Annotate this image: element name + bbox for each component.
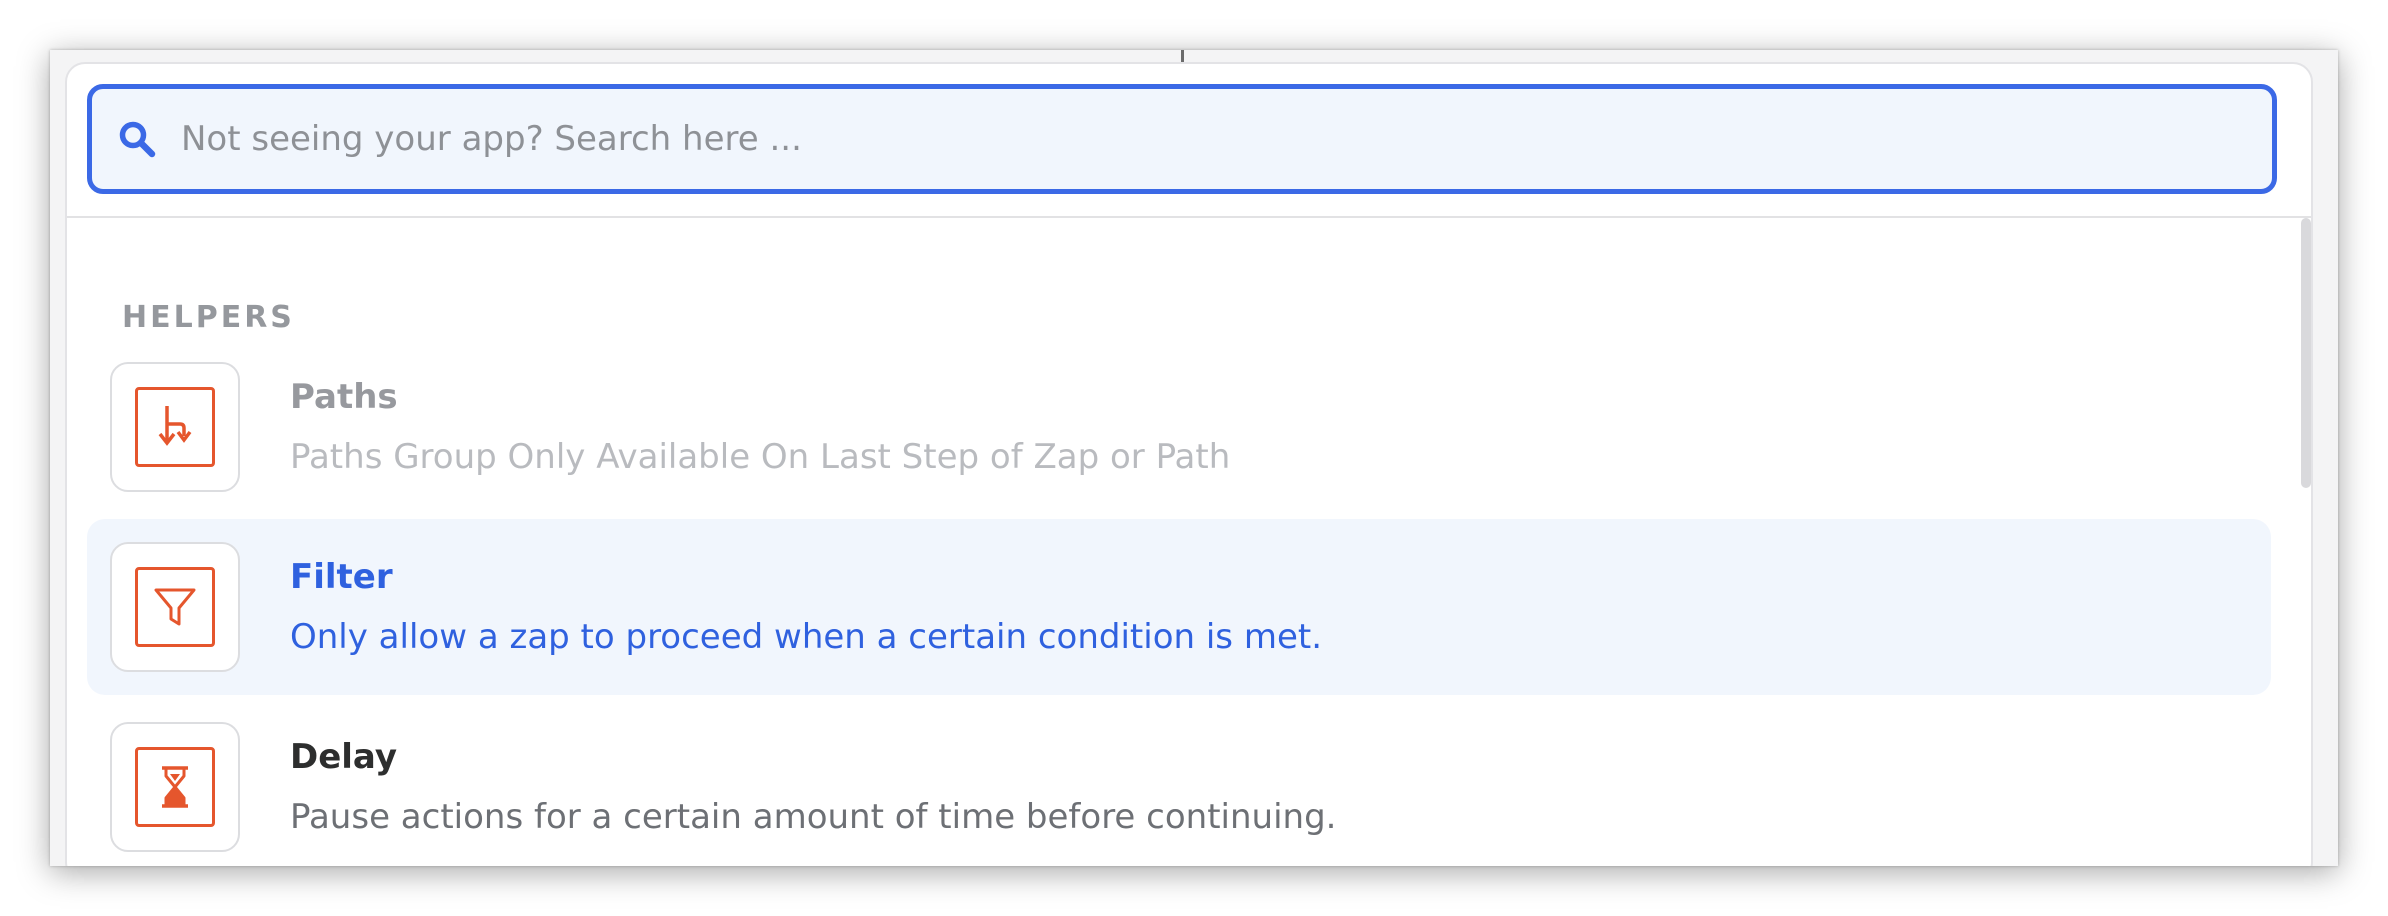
helper-item-title: Paths — [290, 377, 398, 417]
item-icon-container — [110, 362, 240, 492]
search-area — [67, 64, 2311, 218]
helper-item-title: Delay — [290, 737, 397, 777]
helper-item-description: Only allow a zap to proceed when a certa… — [290, 617, 1323, 657]
app-picker-backdrop: HELPERS Paths Paths Group Only Available… — [50, 50, 2338, 866]
hourglass-icon — [135, 747, 215, 827]
zap-connector-line — [1181, 50, 1184, 62]
search-input[interactable] — [181, 109, 2181, 169]
paths-icon — [135, 387, 215, 467]
helper-item-delay[interactable]: Delay Pause actions for a certain amount… — [87, 699, 2271, 866]
search-icon — [117, 119, 157, 159]
helper-item-description: Paths Group Only Available On Last Step … — [290, 437, 1231, 477]
item-icon-container — [110, 722, 240, 852]
scrollbar[interactable] — [2301, 218, 2311, 488]
helper-item-description: Pause actions for a certain amount of ti… — [290, 797, 1337, 837]
helper-item-paths[interactable]: Paths Paths Group Only Available On Last… — [87, 339, 2271, 515]
filter-icon — [135, 567, 215, 647]
app-picker-panel: HELPERS Paths Paths Group Only Available… — [65, 62, 2313, 866]
search-box[interactable] — [87, 84, 2277, 194]
section-title-helpers: HELPERS — [122, 300, 295, 335]
helper-item-title: Filter — [290, 557, 393, 597]
item-icon-container — [110, 542, 240, 672]
helper-item-filter[interactable]: Filter Only allow a zap to proceed when … — [87, 519, 2271, 695]
